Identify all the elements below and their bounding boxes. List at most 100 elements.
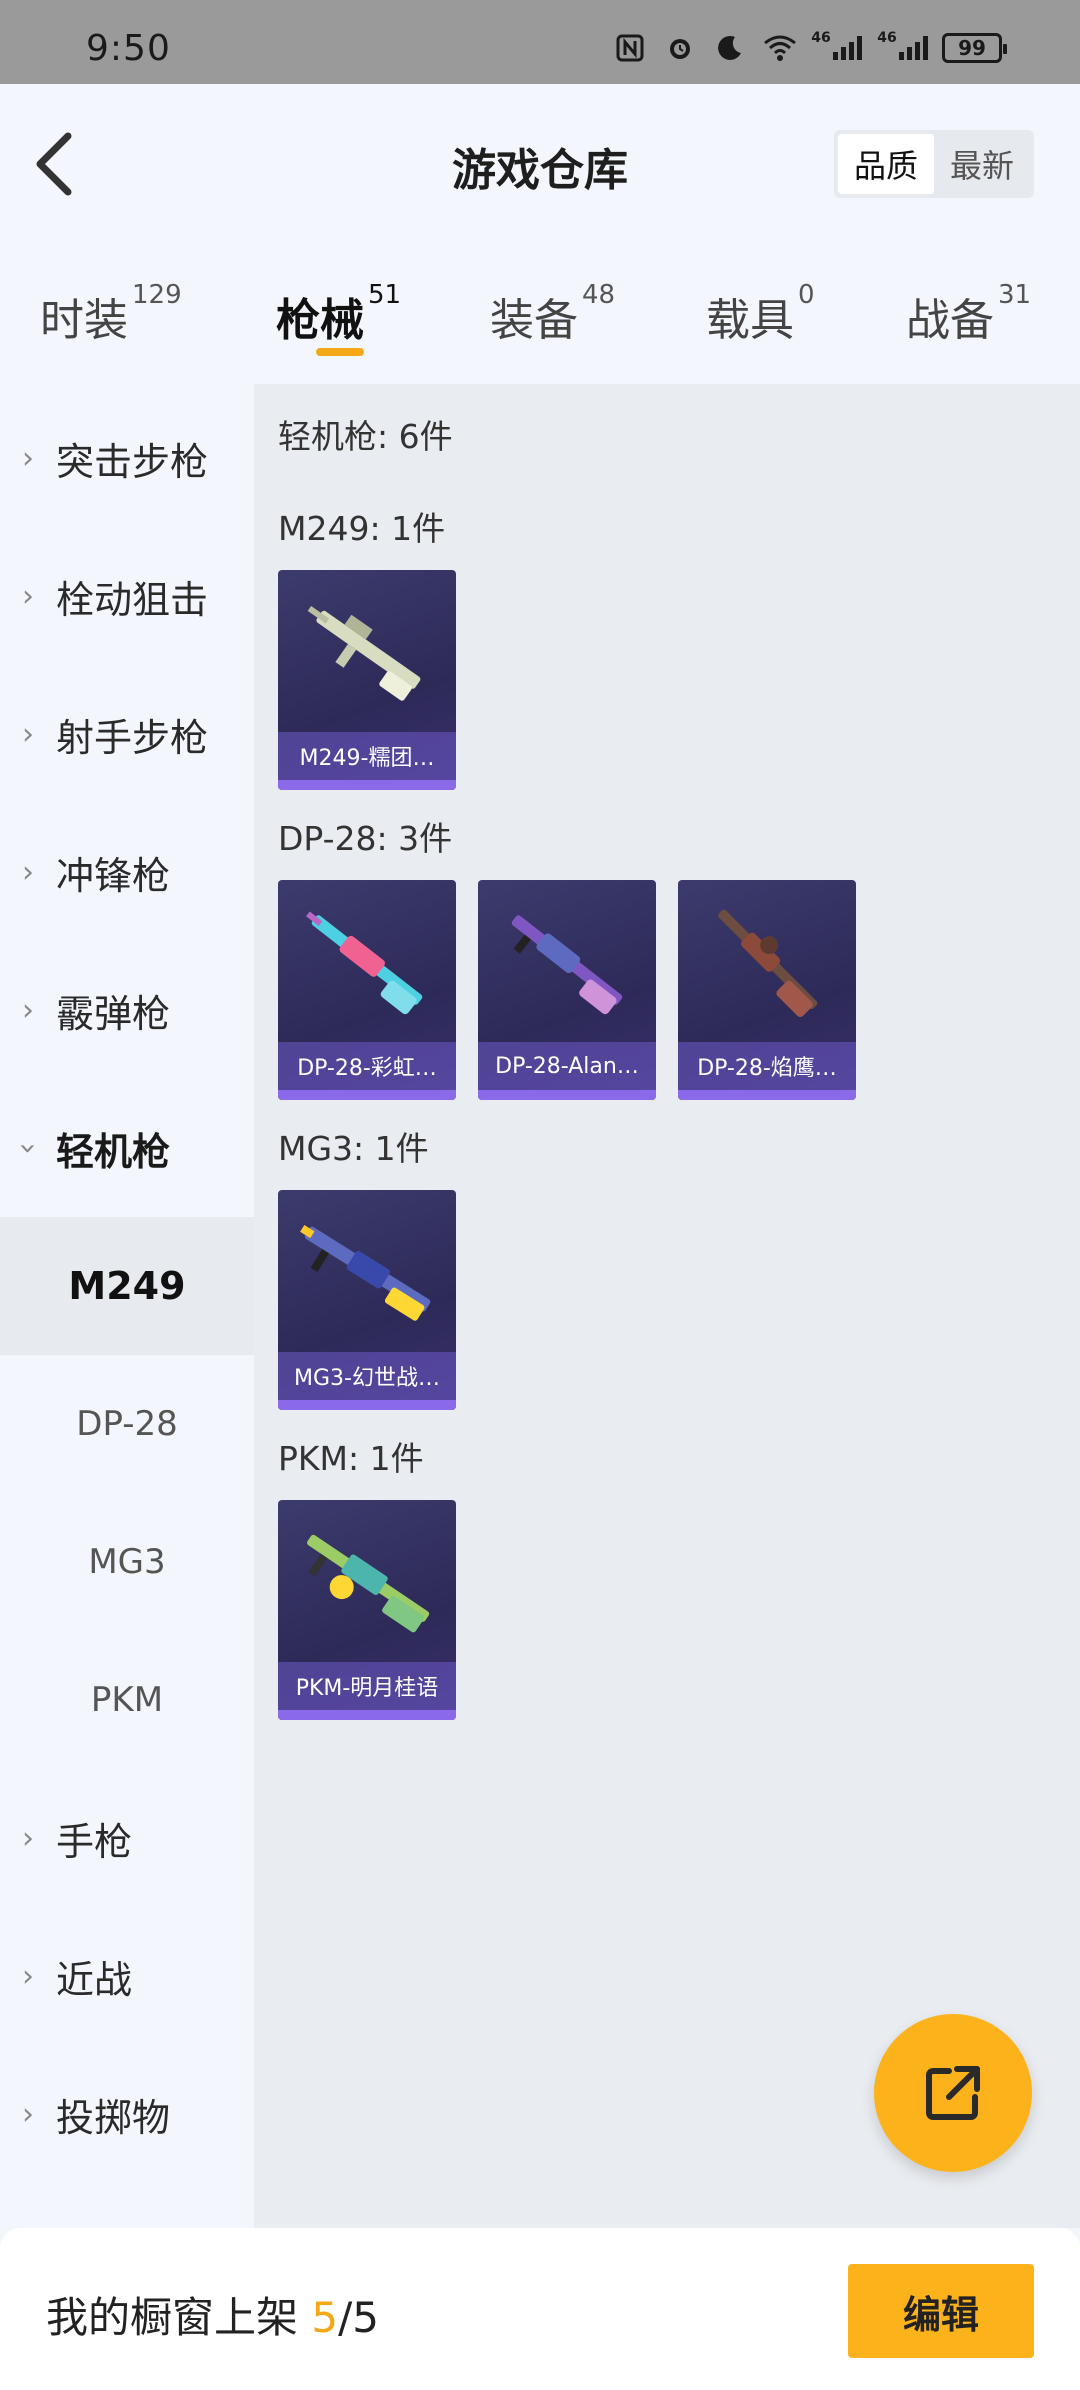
weapon-card[interactable]: DP-28-焰鹰… xyxy=(678,880,856,1100)
category-tabs: 时装 129 枪械 51 装备 48 载具 0 战备 31 xyxy=(0,270,1080,380)
sidebar-item-label: 射手步枪 xyxy=(56,715,209,760)
sidebar-item-label: 冲锋枪 xyxy=(56,853,171,898)
mg3-skin-image xyxy=(300,1224,431,1321)
group-title-mg3: MG3: 1件 xyxy=(278,1129,429,1168)
chevron-right-icon: › xyxy=(22,854,34,890)
chevron-down-icon: › xyxy=(10,1142,46,1154)
rarity-bar xyxy=(278,1400,456,1410)
nfc-icon xyxy=(610,30,650,66)
sidebar-item-label: 霰弹枪 xyxy=(56,991,171,1036)
showcase-count-current: 5 xyxy=(311,2293,339,2342)
tab-label: 时装 xyxy=(40,295,128,346)
edit-button[interactable]: 编辑 xyxy=(848,2264,1034,2358)
rarity-bar xyxy=(278,1090,456,1100)
tab-count: 48 xyxy=(582,280,616,310)
group-title-m249: M249: 1件 xyxy=(278,509,446,548)
dp28-rainbow-skin-image xyxy=(306,911,423,1015)
weapon-type-sidebar: › 突击步枪 › 栓动狙击 › 射手步枪 › 冲锋枪 › 霰弹枪 › 轻机枪 M249 DP… xyxy=(0,384,254,2228)
wifi-icon xyxy=(760,30,800,66)
sidebar-item-pistol[interactable]: › 手枪 xyxy=(0,1769,254,1907)
sidebar-item-melee[interactable]: › 近战 xyxy=(0,1907,254,2045)
group-title-dp28: DP-28: 3件 xyxy=(278,819,453,858)
share-external-icon xyxy=(926,2066,980,2120)
sidebar-subitem-dp28[interactable]: DP-28 xyxy=(0,1355,254,1493)
moon-icon xyxy=(710,30,750,66)
showcase-count-total: 5 xyxy=(352,2293,379,2342)
sidebar-item-throwables[interactable]: › 投掷物 xyxy=(0,2045,254,2183)
signal-4g-icon: 46 xyxy=(876,30,932,66)
tab-fashion[interactable]: 时装 129 xyxy=(40,280,182,348)
showcase-count-separator: / xyxy=(338,2293,353,2342)
share-fab[interactable] xyxy=(874,2014,1032,2172)
weapon-card-name: PKM-明月桂语 xyxy=(278,1662,456,1710)
weapon-card-name: DP-28-彩虹… xyxy=(278,1042,456,1090)
sidebar-item-label: 手枪 xyxy=(56,1819,133,1864)
chevron-right-icon: › xyxy=(22,716,34,752)
sidebar-item-marksman-rifle[interactable]: › 射手步枪 xyxy=(0,665,254,803)
sidebar-item-label: 突击步枪 xyxy=(56,439,209,484)
tab-count: 129 xyxy=(132,280,182,310)
chevron-right-icon: › xyxy=(22,1820,34,1856)
showcase-footer: 我的橱窗上架 5/5 编辑 xyxy=(0,2228,1080,2390)
dp28-flame-eagle-skin-image xyxy=(718,909,818,1018)
chevron-right-icon: › xyxy=(22,992,34,1028)
showcase-label: 我的橱窗上架 xyxy=(46,2293,312,2342)
status-time: 9:50 xyxy=(86,28,171,69)
weapon-card-name: M249-糯团… xyxy=(278,732,456,780)
sidebar-subitem-m249[interactable]: M249 xyxy=(0,1217,254,1355)
showcase-status: 我的橱窗上架 5/5 xyxy=(46,2284,379,2345)
tab-count: 0 xyxy=(798,280,815,310)
tab-equipment[interactable]: 装备 48 xyxy=(490,280,615,348)
chevron-right-icon: › xyxy=(22,578,34,614)
m249-skin-image xyxy=(307,605,421,701)
weapon-card[interactable]: DP-28-彩虹… xyxy=(278,880,456,1100)
active-tab-indicator xyxy=(316,348,364,356)
rarity-bar xyxy=(278,780,456,790)
chevron-right-icon: › xyxy=(22,440,34,476)
sidebar-subitem-mg3[interactable]: MG3 xyxy=(0,1493,254,1631)
dp28-alan-skin-image xyxy=(511,915,623,1015)
status-icons: 46 46 99 xyxy=(610,30,1007,66)
signal-4g-icon: 46 xyxy=(810,30,866,66)
weapon-card-name: DP-28-Alan… xyxy=(478,1042,656,1090)
sidebar-subitem-pkm[interactable]: PKM xyxy=(0,1631,254,1769)
sidebar-item-label: 近战 xyxy=(56,1957,133,2002)
weapon-card[interactable]: MG3-幻世战… xyxy=(278,1190,456,1410)
sidebar-item-label: 轻机枪 xyxy=(56,1129,171,1174)
sidebar-item-label: 投掷物 xyxy=(56,2095,171,2140)
tab-label: 装备 xyxy=(490,295,578,346)
sidebar-item-assault-rifle[interactable]: › 突击步枪 xyxy=(0,389,254,527)
weapon-card[interactable]: M249-糯团… xyxy=(278,570,456,790)
weapon-card[interactable]: PKM-明月桂语 xyxy=(278,1500,456,1720)
tab-count: 31 xyxy=(998,280,1032,310)
sidebar-item-smg[interactable]: › 冲锋枪 xyxy=(0,803,254,941)
weapon-card-name: MG3-幻世战… xyxy=(278,1352,456,1400)
tab-supplies[interactable]: 战备 31 xyxy=(906,280,1031,348)
sort-quality-button[interactable]: 品质 xyxy=(838,134,934,194)
battery-icon: 99 xyxy=(942,33,1007,63)
sidebar-item-label: 栓动狙击 xyxy=(56,577,209,622)
sidebar-item-bolt-sniper[interactable]: › 栓动狙击 xyxy=(0,527,254,665)
tab-guns[interactable]: 枪械 51 xyxy=(276,280,401,348)
battery-level: 99 xyxy=(958,36,986,60)
sidebar-item-lmg[interactable]: › 轻机枪 xyxy=(0,1079,254,1217)
chevron-right-icon: › xyxy=(22,1958,34,1994)
tab-label: 战备 xyxy=(906,295,994,346)
weapon-card[interactable]: DP-28-Alan… xyxy=(478,880,656,1100)
status-bar: 9:50 46 46 99 xyxy=(0,0,1080,84)
weapon-card-name: DP-28-焰鹰… xyxy=(678,1042,856,1090)
sort-newest-button[interactable]: 最新 xyxy=(934,134,1030,194)
tab-label: 载具 xyxy=(706,295,794,346)
rarity-bar xyxy=(278,1710,456,1720)
rarity-bar xyxy=(678,1090,856,1100)
app-header: 游戏仓库 品质 最新 xyxy=(0,84,1080,244)
alarm-icon xyxy=(660,30,700,66)
sort-toggle: 品质 最新 xyxy=(834,130,1034,198)
tab-label: 枪械 xyxy=(276,295,364,346)
group-title-pkm: PKM: 1件 xyxy=(278,1439,424,1478)
pkm-skin-image xyxy=(307,1534,430,1633)
network-label: 46 xyxy=(811,30,831,46)
tab-vehicles[interactable]: 载具 0 xyxy=(706,280,815,348)
sidebar-item-shotgun[interactable]: › 霰弹枪 xyxy=(0,941,254,1079)
network-label: 46 xyxy=(877,30,897,46)
